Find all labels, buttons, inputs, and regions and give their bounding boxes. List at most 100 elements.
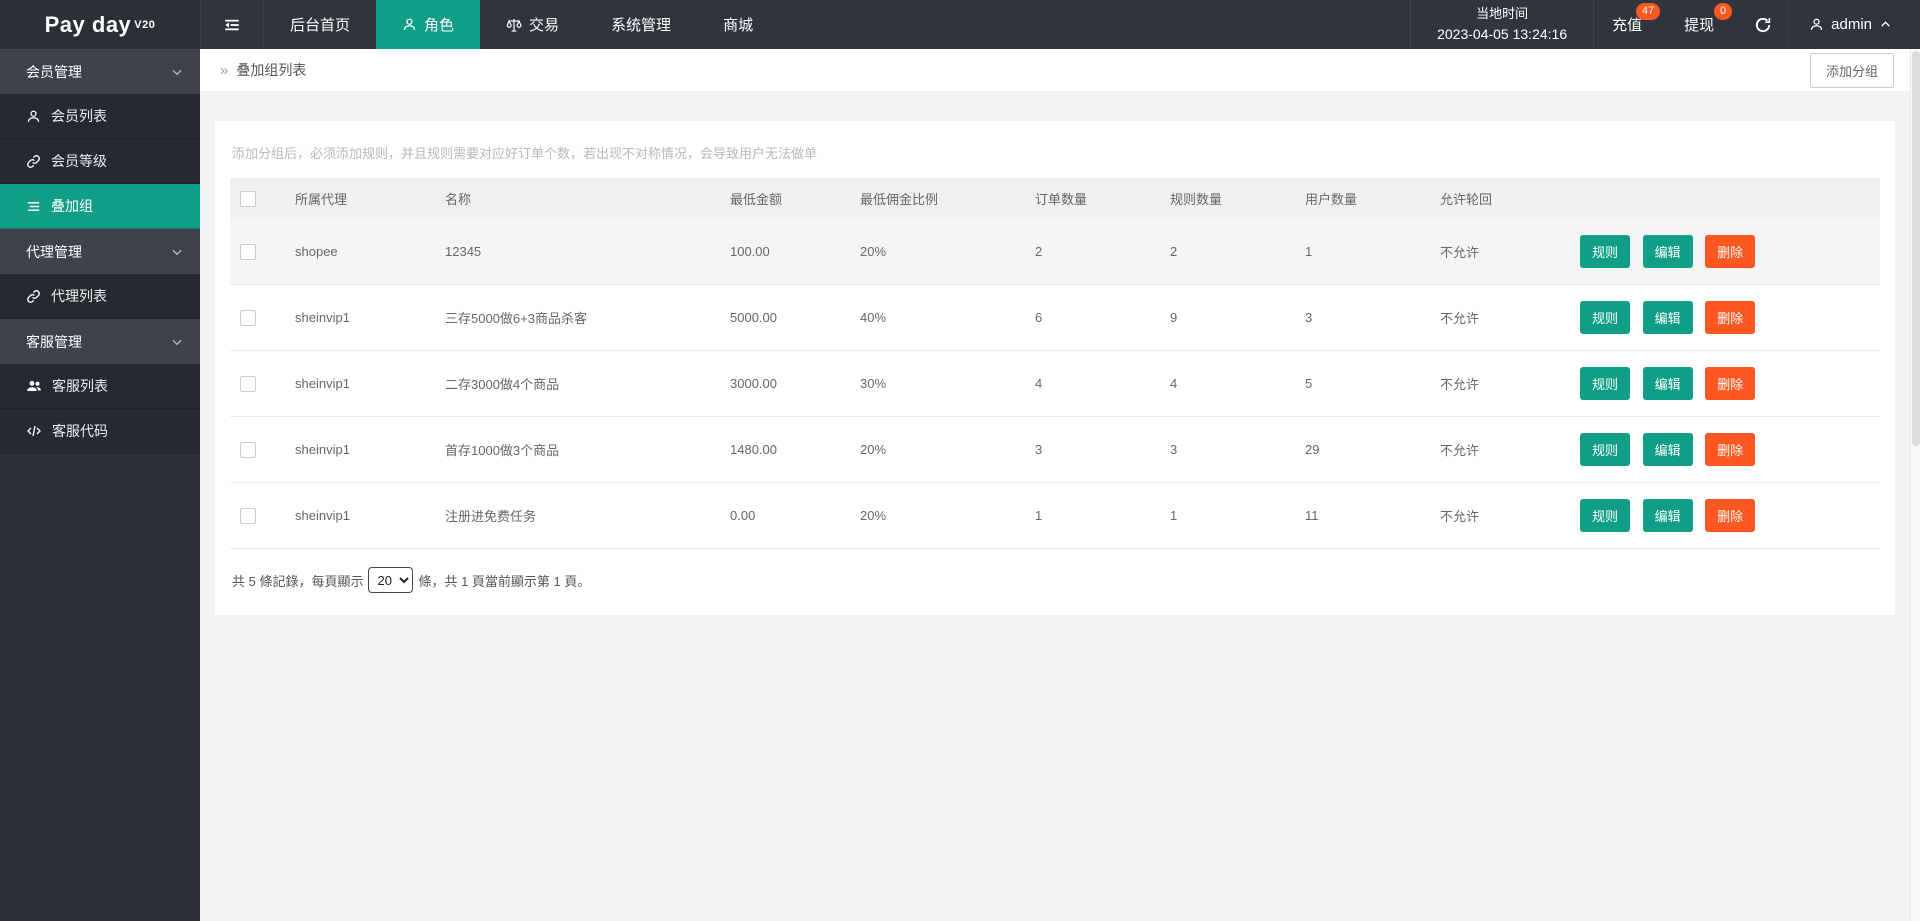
menu-fold-button[interactable] <box>200 0 264 49</box>
cell-rules: 2 <box>1160 219 1295 285</box>
edit-button[interactable]: 编辑 <box>1642 301 1693 334</box>
page-size-select[interactable]: 20 <box>368 567 414 593</box>
chevron-down-icon <box>170 335 184 349</box>
sidebar-group-agents[interactable]: 代理管理 <box>0 229 200 274</box>
menu-fold-icon <box>223 16 241 34</box>
app-logo-text: Pay day <box>44 11 132 37</box>
list-icon <box>26 199 41 214</box>
refresh-button[interactable] <box>1738 0 1788 49</box>
edit-button[interactable]: 编辑 <box>1642 499 1693 532</box>
refresh-icon <box>1754 16 1772 34</box>
edit-button[interactable]: 编辑 <box>1642 235 1693 268</box>
pagination: 共 5 條記錄，每頁顯示 20 條，共 1 頁當前顯示第 1 頁。 <box>232 567 1880 593</box>
delete-button[interactable]: 删除 <box>1705 367 1756 400</box>
cell-rules: 9 <box>1160 284 1295 351</box>
row-checkbox[interactable] <box>240 375 256 392</box>
cell-rules: 4 <box>1160 350 1295 417</box>
sidebar: 会员管理 会员列表 会员等级 叠加组 代理管理 代理列表 客服管理 客服列表 客… <box>0 49 200 921</box>
cell-users: 11 <box>1295 482 1430 549</box>
tab-mall[interactable]: 商城 <box>697 0 779 49</box>
cell-orders: 2 <box>1025 219 1160 285</box>
cell-name: 注册进免费任务 <box>435 482 720 549</box>
local-time-value: 2023-04-05 13:24:16 <box>1437 25 1568 42</box>
sidebar-item-label: 代理列表 <box>51 288 107 304</box>
row-checkbox[interactable] <box>240 507 256 524</box>
sidebar-item-label: 会员列表 <box>51 108 107 124</box>
pagination-prefix: 共 5 條記錄，每頁顯示 <box>232 573 364 589</box>
rule-button[interactable]: 规则 <box>1580 301 1631 334</box>
user-icon <box>26 109 41 124</box>
cell-name: 首存1000做3个商品 <box>435 416 720 483</box>
tab-transactions[interactable]: 交易 <box>480 0 585 49</box>
sidebar-item-agent-list[interactable]: 代理列表 <box>0 274 200 319</box>
delete-button[interactable]: 删除 <box>1705 499 1756 532</box>
rule-button[interactable]: 规则 <box>1580 367 1631 400</box>
delete-button[interactable]: 删除 <box>1705 433 1756 466</box>
select-all-checkbox[interactable] <box>240 190 256 207</box>
edit-button[interactable]: 编辑 <box>1642 433 1693 466</box>
link-icon <box>26 154 41 169</box>
cell-min-amount: 1480.00 <box>720 416 850 483</box>
scales-icon <box>506 17 522 33</box>
cell-users: 5 <box>1295 350 1430 417</box>
scrollbar-thumb[interactable] <box>1912 51 1920 446</box>
edit-button[interactable]: 编辑 <box>1642 367 1693 400</box>
delete-button[interactable]: 删除 <box>1705 301 1756 334</box>
sidebar-group-label: 会员管理 <box>26 63 82 80</box>
sidebar-item-support-list[interactable]: 客服列表 <box>0 364 200 409</box>
tab-dashboard[interactable]: 后台首页 <box>264 0 376 49</box>
tab-system[interactable]: 系统管理 <box>585 0 697 49</box>
cell-name: 三存5000做6+3商品杀客 <box>435 284 720 351</box>
col-loop: 允许轮回 <box>1430 178 1570 219</box>
rule-button[interactable]: 规则 <box>1580 235 1631 268</box>
cell-min-amount: 5000.00 <box>720 284 850 351</box>
user-icon <box>402 17 417 32</box>
cell-orders: 3 <box>1025 416 1160 483</box>
delete-button[interactable]: 删除 <box>1705 235 1756 268</box>
sidebar-group-support[interactable]: 客服管理 <box>0 319 200 364</box>
top-nav: 后台首页 角色 交易 系统管理 商城 <box>264 0 779 49</box>
recharge-button[interactable]: 充值 47 <box>1594 0 1666 49</box>
row-checkbox[interactable] <box>240 441 256 458</box>
rule-button[interactable]: 规则 <box>1580 499 1631 532</box>
breadcrumb-glyph: » <box>220 61 229 79</box>
tab-roles[interactable]: 角色 <box>376 0 481 49</box>
sidebar-item-member-level[interactable]: 会员等级 <box>0 139 200 184</box>
row-checkbox[interactable] <box>240 309 256 326</box>
sidebar-item-member-list[interactable]: 会员列表 <box>0 94 200 139</box>
cell-min-amount: 3000.00 <box>720 350 850 417</box>
local-time: 当地时间 2023-04-05 13:24:16 <box>1410 0 1595 49</box>
topbar: Pay day V20 后台首页 角色 交易 系统管理 商城 当地时间 2023… <box>0 0 1920 49</box>
table-header-row: 所属代理 名称 最低金额 最低佣金比例 订单数量 规则数量 用户数量 允许轮回 <box>230 178 1880 219</box>
chevron-down-icon <box>170 245 184 259</box>
cell-loop: 不允许 <box>1430 284 1570 351</box>
page-scrollbar <box>1910 49 1920 921</box>
sidebar-item-label: 会员等级 <box>51 153 107 169</box>
cell-users: 29 <box>1295 416 1430 483</box>
cell-min-commission: 30% <box>850 350 1025 417</box>
withdraw-button[interactable]: 提现 0 <box>1666 0 1738 49</box>
sidebar-item-support-code[interactable]: 客服代码 <box>0 409 200 454</box>
add-group-button[interactable]: 添加分组 <box>1809 52 1894 88</box>
cell-min-amount: 100.00 <box>720 219 850 285</box>
col-min-amount: 最低金额 <box>720 178 850 219</box>
cell-min-commission: 40% <box>850 284 1025 351</box>
breadcrumb: » 叠加组列表 <box>220 60 306 80</box>
cell-rules: 1 <box>1160 482 1295 549</box>
sidebar-group-members[interactable]: 会员管理 <box>0 49 200 94</box>
cell-agent: sheinvip1 <box>285 416 435 483</box>
tab-label: 系统管理 <box>611 17 672 34</box>
table-row: shopee 12345 100.00 20% 2 2 1 不允许 规则 编辑 … <box>230 219 1880 285</box>
cell-orders: 4 <box>1025 350 1160 417</box>
app-version: V20 <box>134 18 156 31</box>
chevron-up-icon <box>1879 18 1892 31</box>
user-menu[interactable]: admin <box>1788 0 1920 49</box>
cell-users: 1 <box>1295 219 1430 285</box>
cell-agent: shopee <box>285 219 435 285</box>
sidebar-group-label: 客服管理 <box>26 333 82 350</box>
row-checkbox[interactable] <box>240 243 256 260</box>
sidebar-item-stack-group[interactable]: 叠加组 <box>0 184 200 229</box>
rule-button[interactable]: 规则 <box>1580 433 1631 466</box>
main-content: » 叠加组列表 添加分组 添加分组后，必须添加规则，并且规则需要对应好订单个数，… <box>200 49 1910 921</box>
cell-loop: 不允许 <box>1430 350 1570 417</box>
